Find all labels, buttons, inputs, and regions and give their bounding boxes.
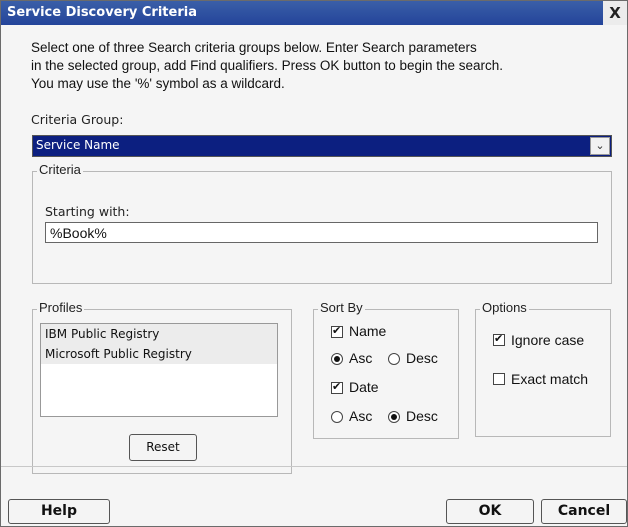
date-asc-label: Asc bbox=[349, 408, 373, 424]
criteria-legend: Criteria bbox=[37, 162, 83, 177]
close-icon[interactable]: X bbox=[603, 1, 627, 25]
ignore-case-checkbox[interactable] bbox=[493, 332, 505, 346]
sort-by-legend: Sort By bbox=[318, 300, 365, 315]
name-asc-radio[interactable] bbox=[331, 353, 343, 365]
footer-divider bbox=[1, 466, 627, 467]
starting-with-label: Starting with: bbox=[45, 204, 130, 219]
reset-button[interactable]: Reset bbox=[129, 434, 197, 461]
title-bar: Service Discovery Criteria X bbox=[1, 1, 627, 25]
options-legend: Options bbox=[480, 300, 529, 315]
date-desc-radio[interactable] bbox=[388, 411, 400, 423]
dialog-window: Service Discovery Criteria X Select one … bbox=[0, 0, 628, 527]
chevron-down-icon[interactable]: ⌄ bbox=[590, 137, 610, 155]
instruction-line: You may use the '%' symbol as a wildcard… bbox=[31, 76, 285, 91]
profiles-list[interactable]: IBM Public Registry Microsoft Public Reg… bbox=[40, 323, 278, 417]
exact-match-checkbox[interactable] bbox=[493, 373, 505, 385]
window-title: Service Discovery Criteria bbox=[7, 5, 197, 20]
instructions: Select one of three Search criteria grou… bbox=[31, 39, 601, 93]
cancel-button[interactable]: Cancel bbox=[541, 499, 627, 524]
criteria-group-value: Service Name bbox=[36, 138, 120, 152]
list-item[interactable]: Microsoft Public Registry bbox=[41, 344, 277, 364]
instruction-line: in the selected group, add Find qualifie… bbox=[31, 58, 504, 73]
help-button[interactable]: Help bbox=[8, 499, 110, 524]
sort-date-checkbox[interactable] bbox=[331, 380, 343, 394]
exact-match-label: Exact match bbox=[511, 371, 589, 387]
criteria-group-select[interactable]: Service Name ⌄ bbox=[32, 135, 612, 157]
date-desc-label: Desc bbox=[406, 408, 438, 424]
name-desc-radio[interactable] bbox=[388, 353, 400, 365]
starting-with-input[interactable]: %Book% bbox=[45, 222, 598, 243]
instruction-line: Select one of three Search criteria grou… bbox=[31, 40, 477, 55]
name-asc-label: Asc bbox=[349, 350, 373, 366]
sort-name-checkbox[interactable] bbox=[331, 324, 343, 338]
profiles-legend: Profiles bbox=[37, 300, 85, 315]
name-desc-label: Desc bbox=[406, 350, 438, 366]
sort-name-label: Name bbox=[349, 323, 387, 339]
list-item[interactable]: IBM Public Registry bbox=[41, 324, 277, 344]
ok-button[interactable]: OK bbox=[446, 499, 534, 524]
criteria-group-label: Criteria Group: bbox=[31, 112, 124, 127]
date-asc-radio[interactable] bbox=[331, 411, 343, 423]
ignore-case-label: Ignore case bbox=[511, 332, 585, 348]
sort-date-label: Date bbox=[349, 379, 379, 395]
